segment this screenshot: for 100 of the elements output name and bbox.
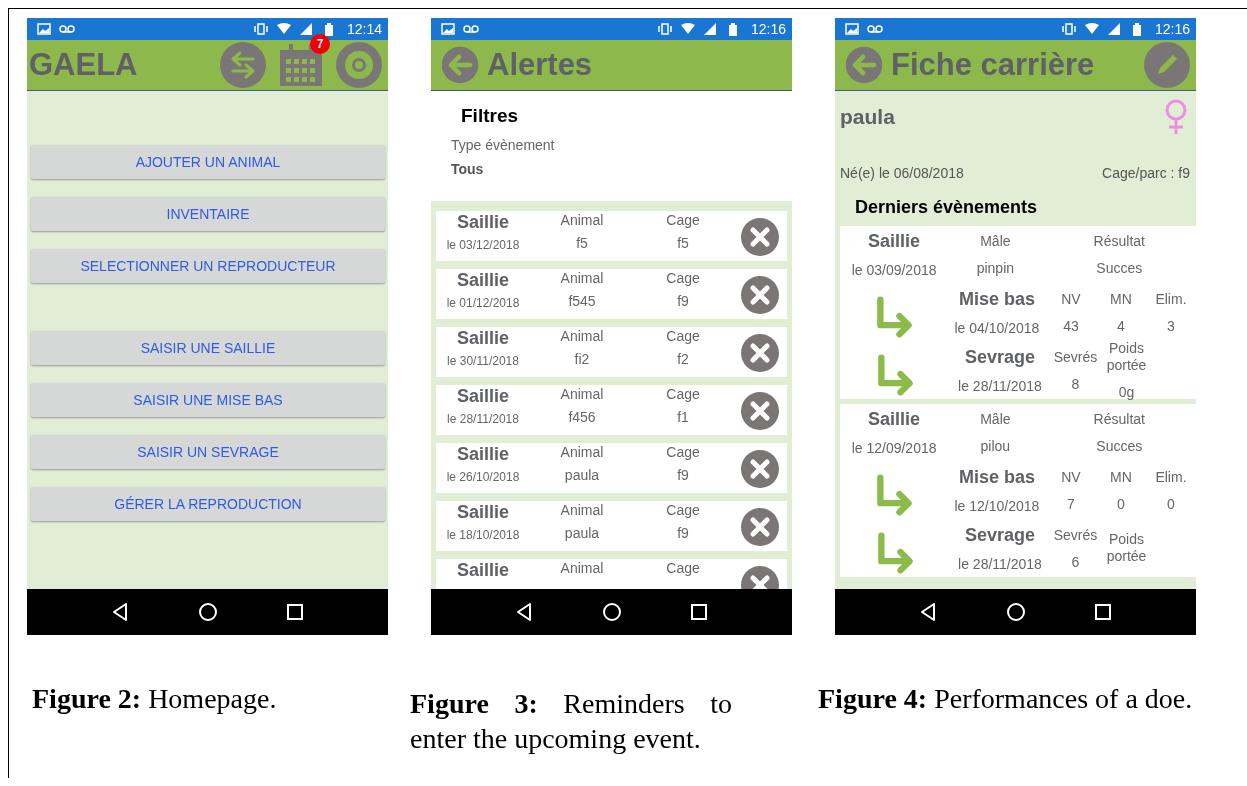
app-title: GAELA bbox=[29, 47, 138, 83]
field-value: f9 bbox=[677, 293, 689, 309]
voicemail-icon bbox=[867, 23, 883, 35]
field-label: Cage bbox=[666, 212, 700, 228]
vibrate-icon bbox=[656, 23, 673, 35]
field-label: NV bbox=[1061, 468, 1081, 486]
field-value: Succes bbox=[1096, 260, 1143, 276]
field-label: Mâle bbox=[980, 411, 1011, 428]
field-label: Animal bbox=[560, 386, 604, 402]
field-label: Animal bbox=[560, 444, 604, 460]
event-title: Mise bas bbox=[958, 288, 1035, 310]
close-icon[interactable] bbox=[740, 507, 779, 546]
bent-arrow-icon bbox=[875, 354, 915, 396]
battery-icon bbox=[728, 22, 737, 36]
image-icon bbox=[441, 23, 455, 35]
alert-card[interactable]: Saillie le 03/12/2018 Animal f5 Cage f5 bbox=[436, 211, 787, 261]
event-date: le 18/10/2018 bbox=[446, 528, 520, 542]
wifi-icon bbox=[276, 23, 291, 35]
event-title: Mise bas bbox=[958, 466, 1035, 488]
voicemail-icon bbox=[463, 23, 479, 35]
alert-card[interactable]: Saillie le 26/10/2018 Animal paula Cage f9 bbox=[436, 443, 787, 493]
field-value: 0g bbox=[1118, 384, 1135, 400]
field-value: 0 bbox=[1167, 495, 1175, 512]
field-value: fi2 bbox=[574, 351, 590, 367]
home-icon[interactable] bbox=[601, 602, 622, 622]
field-value: Succes bbox=[1096, 438, 1143, 454]
event-title: Saillie bbox=[457, 444, 509, 465]
event-title: Sevrage bbox=[964, 524, 1036, 546]
field-value: 0 bbox=[1117, 495, 1125, 512]
menu-button[interactable]: SAISIR UNE SAILLIE bbox=[31, 331, 385, 365]
filter-label: Type évènement bbox=[451, 137, 556, 153]
vibrate-icon bbox=[1060, 23, 1077, 35]
alert-card[interactable]: Saillie le 28/11/2018 Animal f456 Cage f1 bbox=[436, 385, 787, 435]
menu-button[interactable]: SAISIR UNE MISE BAS bbox=[31, 383, 385, 417]
app-title: Fiche carrière bbox=[891, 47, 1095, 83]
field-label: Mâle bbox=[980, 233, 1011, 250]
field-label: Elim. bbox=[1155, 290, 1187, 308]
field-value: pilou bbox=[980, 438, 1011, 454]
field-label: Cage bbox=[666, 386, 700, 402]
menu-button[interactable]: AJOUTER UN ANIMAL bbox=[31, 145, 385, 179]
close-icon[interactable] bbox=[740, 217, 779, 256]
signal-icon bbox=[298, 23, 313, 35]
event-date: le 30/11/2018 bbox=[447, 354, 519, 368]
field-value: f9 bbox=[677, 525, 689, 541]
event-date: le 26/10/2018 bbox=[446, 470, 520, 484]
image-icon bbox=[845, 23, 859, 35]
close-icon[interactable] bbox=[740, 449, 779, 488]
field-label: Elim. bbox=[1155, 468, 1187, 486]
cage-info: Cage/parc : f9 bbox=[1102, 165, 1190, 181]
event-title: Saillie bbox=[457, 560, 509, 581]
event-date: le 28/11/2018 bbox=[958, 377, 1042, 394]
field-value: pinpin bbox=[976, 260, 1015, 276]
field-label: Résultat bbox=[1093, 233, 1145, 250]
birth-date: Né(e) le 06/08/2018 bbox=[840, 165, 964, 181]
menu-button[interactable]: INVENTAIRE bbox=[31, 197, 385, 231]
field-label: Poids portée bbox=[1105, 340, 1148, 374]
voicemail-icon bbox=[59, 23, 75, 35]
alert-card[interactable]: Saillie le 18/10/2018 Animal paula Cage f9 bbox=[436, 501, 787, 551]
event-title: Saillie bbox=[457, 502, 509, 523]
alert-card[interactable]: Saillie le 30/11/2018 Animal fi2 Cage f2 bbox=[436, 327, 787, 377]
field-label: Cage bbox=[666, 328, 700, 344]
event-title: Saillie bbox=[868, 231, 921, 252]
home-icon[interactable] bbox=[197, 602, 218, 622]
alert-card[interactable]: Saillie Animal Cage bbox=[436, 559, 787, 589]
field-value: f2 bbox=[677, 351, 689, 367]
field-label: Cage bbox=[666, 270, 700, 286]
field-value: f1 bbox=[677, 409, 689, 425]
figure-caption: Figure 4: Performances of a doe. bbox=[818, 682, 1194, 716]
close-icon[interactable] bbox=[740, 275, 779, 314]
home-icon[interactable] bbox=[1005, 602, 1026, 622]
field-label: Cage bbox=[666, 444, 700, 460]
alert-card[interactable]: Saillie le 01/12/2018 Animal f545 Cage f9 bbox=[436, 269, 787, 319]
animal-name: paula bbox=[840, 105, 895, 129]
filter-title: Filtres bbox=[461, 105, 520, 127]
field-label: Animal bbox=[560, 502, 604, 518]
close-icon[interactable] bbox=[740, 333, 779, 372]
field-value: f456 bbox=[568, 409, 596, 425]
recent-apps-icon[interactable] bbox=[1092, 602, 1113, 622]
event-date: le 04/10/2018 bbox=[954, 319, 1040, 336]
vibrate-icon bbox=[252, 23, 269, 35]
app-title: Alertes bbox=[487, 47, 593, 83]
event-date: le 01/12/2018 bbox=[446, 296, 520, 310]
field-value: 3 bbox=[1167, 317, 1175, 334]
image-icon bbox=[37, 23, 51, 35]
field-value: paula bbox=[564, 467, 600, 483]
event-title: Saillie bbox=[457, 328, 509, 349]
filter-dropdown[interactable]: Tous bbox=[451, 161, 792, 177]
field-value: 4 bbox=[1117, 317, 1125, 334]
recent-apps-icon[interactable] bbox=[688, 602, 709, 622]
event-date: le 28/11/2018 bbox=[958, 555, 1042, 572]
bent-arrow-icon bbox=[875, 532, 915, 574]
menu-button[interactable]: GÉRER LA REPRODUCTION bbox=[31, 487, 385, 521]
menu-button[interactable]: SAISIR UN SEVRAGE bbox=[31, 435, 385, 469]
field-value: 6 bbox=[1071, 553, 1080, 570]
status-time: 12:16 bbox=[1154, 21, 1190, 37]
menu-button[interactable]: SELECTIONNER UN REPRODUCTEUR bbox=[31, 249, 385, 283]
recent-apps-icon[interactable] bbox=[284, 602, 305, 622]
field-label: Poids portée bbox=[1105, 531, 1148, 565]
status-time: 12:14 bbox=[346, 21, 382, 37]
close-icon[interactable] bbox=[740, 391, 779, 430]
